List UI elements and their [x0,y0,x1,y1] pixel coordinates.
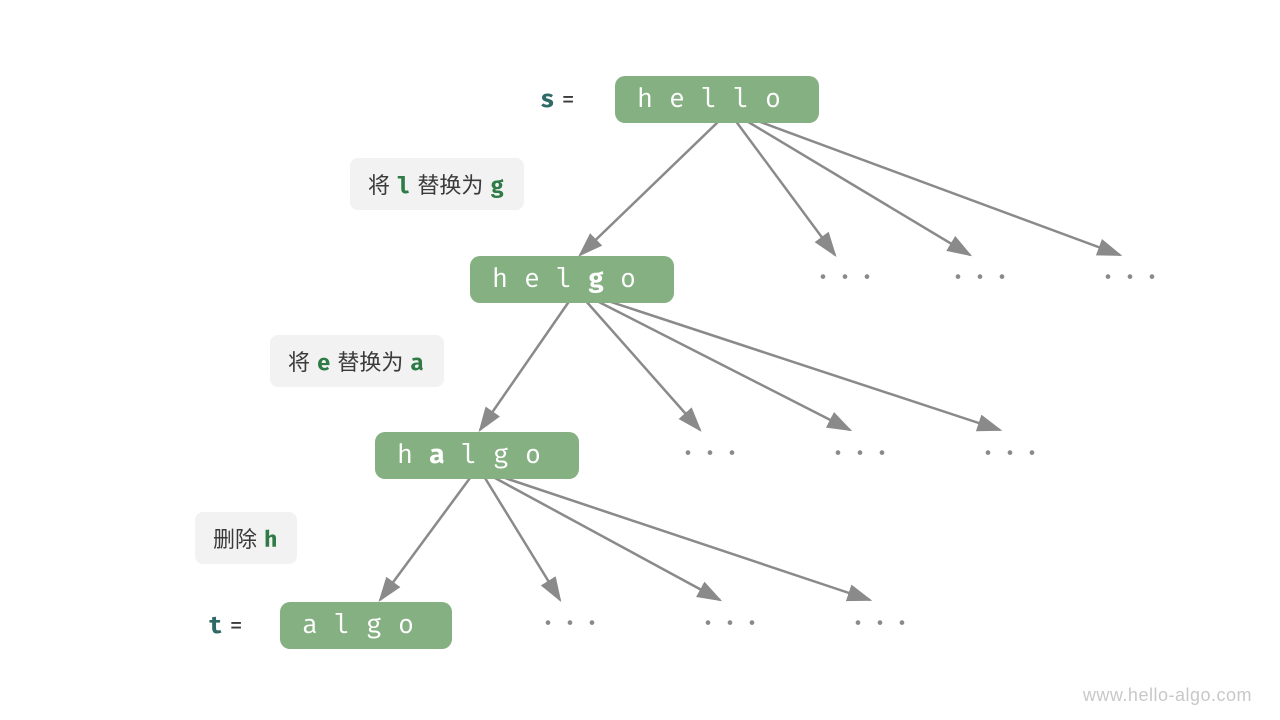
ellipsis: ··· [850,608,916,640]
op-code: l [395,173,413,200]
node-char: a [302,609,334,641]
source-var-label: s= [540,86,582,115]
node-char: g [588,263,620,295]
op-replace-e-a: 将 e 替换为 a [270,335,444,387]
node-char: l [701,83,733,115]
node-char: e [524,263,556,295]
arrow [495,478,720,600]
node-char: g [366,609,398,641]
node-char: l [461,439,493,471]
node-char: o [525,439,557,471]
node-algo: algo [280,602,452,649]
arrow [505,478,870,600]
arrow [485,478,560,600]
node-char: o [765,83,797,115]
op-code: h [262,527,280,554]
node-char: a [429,439,461,471]
op-text: 删除 [213,522,262,554]
equals-sign: = [561,86,576,115]
ellipsis: ··· [700,608,766,640]
node-char: h [397,439,429,471]
arrow [755,120,1120,255]
node-char: e [669,83,701,115]
op-replace-l-g: 将 l 替换为 g [350,158,524,210]
op-code: g [488,173,506,200]
arrow [480,300,570,430]
op-delete-h: 删除 h [195,512,297,564]
node-hello: hello [615,76,819,123]
ellipsis: ··· [950,262,1016,294]
ellipsis: ··· [980,438,1046,470]
var-s: s [540,86,555,115]
node-char: h [492,263,524,295]
target-var-label: t= [208,612,250,641]
ellipsis: ··· [680,438,746,470]
diagram-stage: s= hello 将 l 替换为 g helgo ··· ··· ··· 将 e… [0,0,1280,720]
op-text: 替换为 [332,345,408,377]
op-code: a [408,350,426,377]
op-code: e [315,350,333,377]
op-text: 替换为 [412,168,488,200]
arrow [605,300,1000,430]
node-helgo: helgo [470,256,674,303]
arrow [745,120,970,255]
ellipsis: ··· [1100,262,1166,294]
equals-sign: = [229,612,244,641]
ellipsis: ··· [830,438,896,470]
node-char: h [637,83,669,115]
node-char: l [334,609,366,641]
watermark: www.hello-algo.com [1083,685,1252,706]
arrow [580,120,720,255]
var-t: t [208,612,223,641]
node-char: o [398,609,430,641]
op-text: 将 [368,168,395,200]
node-char: l [556,263,588,295]
arrow [380,478,470,600]
ellipsis: ··· [815,262,881,294]
node-char: g [493,439,525,471]
node-char: l [733,83,765,115]
node-halgo: halgo [375,432,579,479]
node-char: o [620,263,652,295]
arrow [585,300,700,430]
op-text: 将 [288,345,315,377]
arrow [595,300,850,430]
arrow [735,120,835,255]
ellipsis: ··· [540,608,606,640]
